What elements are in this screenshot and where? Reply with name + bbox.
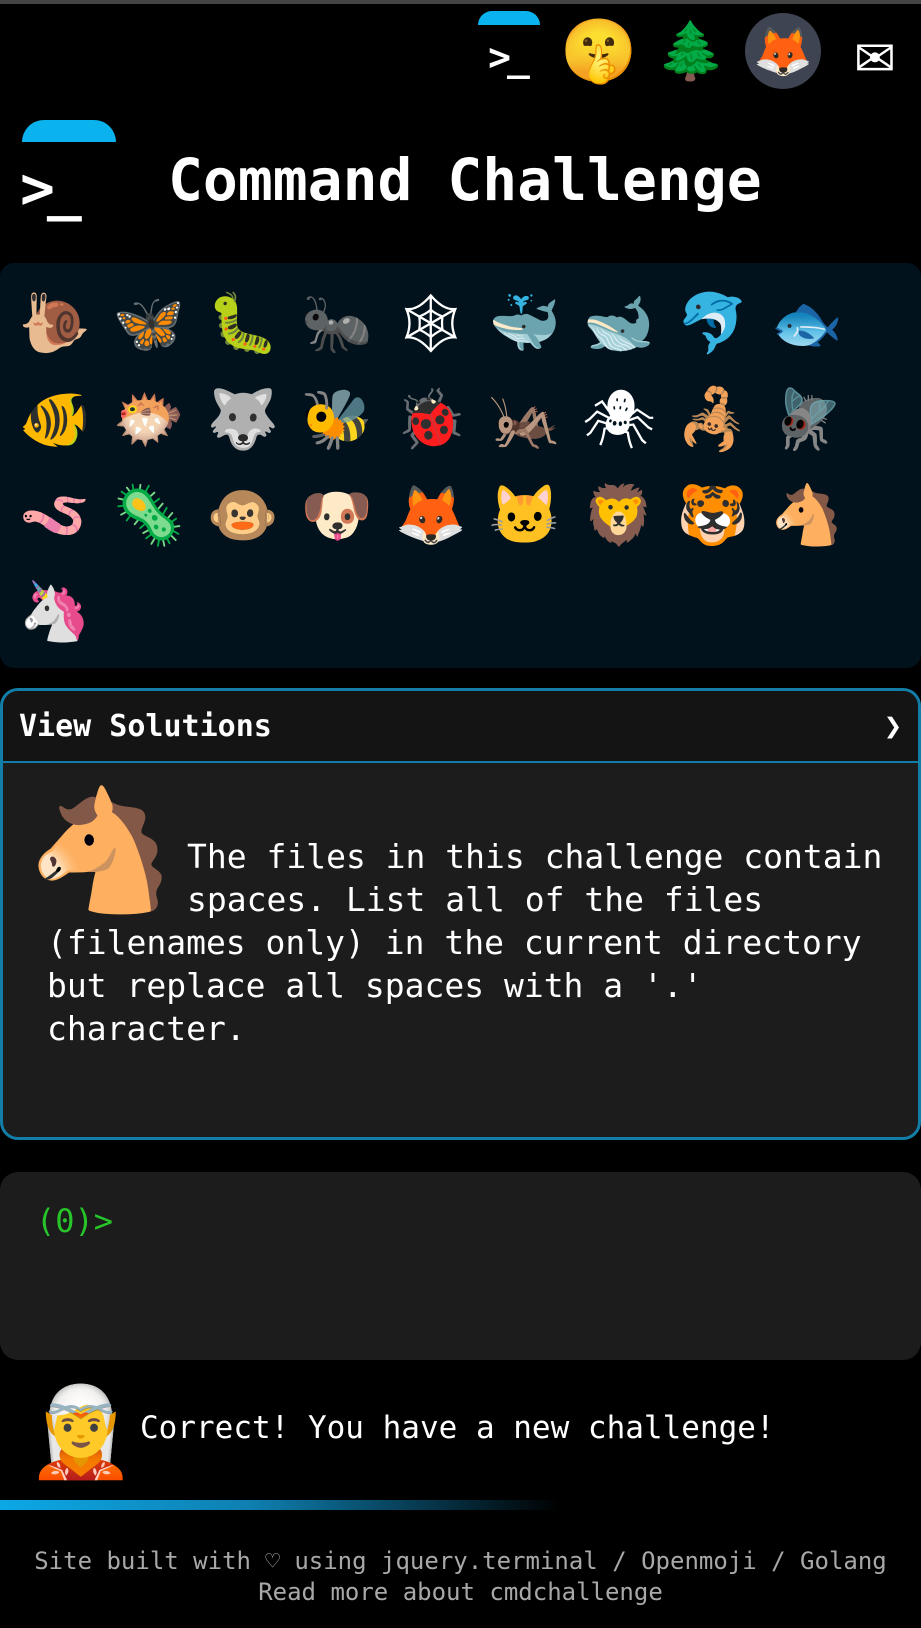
challenge-animal-icon[interactable]: 🪱 — [8, 467, 102, 563]
page-title: Command Challenge — [168, 146, 762, 214]
challenge-animal-icon[interactable]: 🐺 — [196, 371, 290, 467]
challenge-animal-icon[interactable]: 🦗 — [478, 371, 572, 467]
status-message: Correct! You have a new challenge! — [140, 1410, 775, 1446]
challenge-animal-icon[interactable]: 🐟 — [760, 275, 854, 371]
challenge-body: 🐴 The files in this challenge contain sp… — [3, 763, 918, 1050]
challenge-animal-icon[interactable]: 🕷 — [572, 371, 666, 467]
challenge-animal-icon[interactable]: 🐯 — [666, 467, 760, 563]
challenge-card: View Solutions ❯ 🐴 The files in this cha… — [0, 688, 921, 1140]
chevron-right-icon: ❯ — [883, 708, 902, 744]
horse-icon: 🐴 — [27, 781, 174, 919]
elf-avatar-icon: 🧝 — [26, 1380, 136, 1483]
shush-link[interactable]: 🤫 — [553, 8, 645, 94]
challenge-animal-icon[interactable]: 🐛 — [196, 275, 290, 371]
footer: Site built with ♡ using jquery.terminal … — [0, 1546, 921, 1608]
tree-link[interactable]: 🌲 — [645, 8, 737, 94]
challenge-animal-icon[interactable]: 🐋 — [572, 275, 666, 371]
challenge-animal-icon[interactable]: 🦊 — [384, 467, 478, 563]
challenge-animal-icon[interactable]: 🪰 — [760, 371, 854, 467]
challenge-animal-icon[interactable]: 🐞 — [384, 371, 478, 467]
terminal-icon: >_ — [488, 35, 530, 79]
challenge-animal-icon[interactable]: 🐌 — [8, 275, 102, 371]
top-nav: >_ 🤫 🌲 🦊 ✉ — [461, 8, 921, 94]
challenge-animal-icon[interactable]: 🦂 — [666, 371, 760, 467]
challenge-animal-icon[interactable]: 🐜 — [290, 275, 384, 371]
challenge-animal-icon[interactable]: 🐵 — [196, 467, 290, 563]
footer-read-more-link[interactable]: Read more about cmdchallenge — [0, 1577, 921, 1608]
challenge-animal-icon[interactable]: 🐱 — [478, 467, 572, 563]
terminal-logo-icon: >_ — [20, 154, 82, 222]
challenge-animal-icon[interactable]: 🐳 — [478, 275, 572, 371]
challenge-animal-icon[interactable]: 🐬 — [666, 275, 760, 371]
challenge-animal-icon[interactable]: 🦋 — [102, 275, 196, 371]
challenge-animal-icon[interactable]: 🕸 — [384, 275, 478, 371]
tree-icon: 🌲 — [656, 19, 726, 84]
challenge-animal-icon[interactable]: 🦠 — [102, 467, 196, 563]
shushing-face-icon: 🤫 — [560, 14, 638, 87]
gitlab-link[interactable]: 🦊 — [745, 13, 821, 89]
challenge-animal-icon[interactable]: 🐶 — [290, 467, 384, 563]
challenge-animal-icon[interactable]: 🐡 — [102, 371, 196, 467]
logo[interactable]: >_ — [20, 120, 120, 230]
challenge-animal-icon[interactable]: 🦄 — [8, 563, 102, 659]
terminal-link[interactable]: >_ — [461, 8, 553, 94]
terminal-console[interactable]: (0)> — [0, 1172, 921, 1360]
completed-challenges-panel: 🐌 🦋 🐛 🐜 🕸 🐳 🐋 🐬 🐟 🐠 🐡 🐺 🐝 🐞 🦗 🕷 🦂 🪰 🪱 🦠 🐵 🐶 🦊 🐱 🦁 🐯 🐴 🦄 — [0, 263, 921, 668]
gitlab-icon: 🦊 — [753, 23, 813, 80]
footer-credits[interactable]: Site built with ♡ using jquery.terminal … — [0, 1546, 921, 1577]
terminal-prompt: (0)> — [36, 1202, 114, 1240]
view-solutions-label: View Solutions — [19, 708, 272, 744]
challenge-animal-icon[interactable]: 🐝 — [290, 371, 384, 467]
challenge-animal-icon[interactable]: 🦁 — [572, 467, 666, 563]
challenge-animal-icon[interactable]: 🐠 — [8, 371, 102, 467]
status-bar: 🧝 Correct! You have a new challenge! — [0, 1380, 921, 1484]
top-border — [0, 0, 921, 4]
mail-icon: ✉ — [855, 12, 895, 90]
challenge-animal-icon[interactable]: 🐴 — [760, 467, 854, 563]
logo-arc — [22, 120, 116, 142]
mail-link[interactable]: ✉ — [829, 8, 921, 94]
page-header: >_ Command Challenge — [0, 112, 921, 258]
view-solutions-toggle[interactable]: View Solutions ❯ — [3, 691, 918, 763]
progress-bar — [0, 1500, 560, 1510]
